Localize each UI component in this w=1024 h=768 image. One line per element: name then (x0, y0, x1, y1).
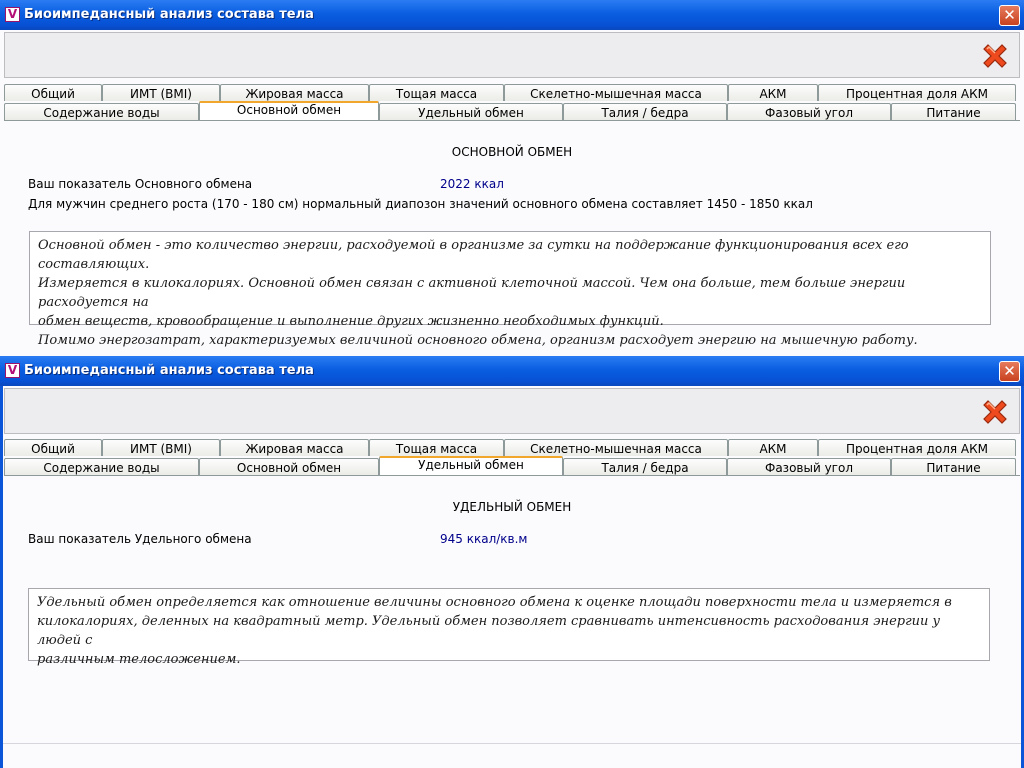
tab-acm[interactable]: АКМ (728, 84, 818, 101)
red-x-exit-icon[interactable] (979, 396, 1011, 428)
toolbar (4, 388, 1020, 434)
tab-specific-metabolism[interactable]: Удельный обмен (379, 456, 563, 476)
tab-general[interactable]: Общий (4, 84, 102, 101)
description-box: Основной обмен - это количество энергии,… (29, 231, 991, 348)
app-logo-icon: V (5, 7, 20, 22)
tab-basal-metabolism[interactable]: Основной обмен (199, 101, 379, 121)
window-basal-metabolism: V Биоимпедансный анализ состава тела ✕ О… (0, 0, 1024, 356)
tab-phase-angle[interactable]: Фазовый угол (727, 103, 891, 120)
toolbar (4, 32, 1020, 78)
description-line: Измеряется в килокалориях. Основной обме… (38, 276, 906, 310)
tab-waist-hip[interactable]: Талия / бедра (563, 103, 727, 120)
description-line: Основной обмен - это количество энергии,… (38, 238, 909, 272)
tab-acm-percent[interactable]: Процентная доля АКМ (818, 439, 1016, 456)
indicator-label: Ваш показатель Удельного обмена (28, 532, 252, 546)
window-title: Биоимпедансный анализ состава тела (24, 7, 314, 22)
description-line: различным телосложением. (37, 652, 241, 667)
description-line: обмен веществ, кровообращение и выполнен… (38, 314, 664, 329)
section-heading: ОСНОВНОЙ ОБМЕН (451, 145, 573, 159)
tab-water-content[interactable]: Содержание воды (4, 103, 199, 120)
indicator-label: Ваш показатель Основного обмена (28, 177, 253, 191)
norm-text: Для мужчин среднего роста (170 - 180 см)… (28, 197, 813, 211)
title-bar[interactable]: V Биоимпедансный анализ состава тела ✕ (0, 356, 1024, 386)
section-heading: УДЕЛЬНЫЙ ОБМЕН (452, 500, 572, 514)
indicator-value: 945 ккал/кв.м (440, 532, 528, 546)
tab-nutrition[interactable]: Питание (891, 458, 1016, 475)
tab-bmi[interactable]: ИМТ (BMI) (102, 439, 220, 456)
tab-lean-mass[interactable]: Тощая масса (369, 439, 504, 456)
tab-bmi[interactable]: ИМТ (BMI) (102, 84, 220, 101)
description-box: Удельный обмен определяется как отношени… (28, 588, 990, 667)
tab-skeletal-muscle-mass[interactable]: Скелетно-мышечная масса (504, 84, 728, 101)
tab-fat-mass[interactable]: Жировая масса (220, 439, 369, 456)
tab-lean-mass[interactable]: Тощая масса (369, 84, 504, 101)
window-specific-metabolism: V Биоимпедансный анализ состава тела ✕ О… (0, 356, 1024, 768)
tab-fat-mass[interactable]: Жировая масса (220, 84, 369, 101)
red-x-exit-icon[interactable] (979, 40, 1011, 72)
tab-skeletal-muscle-mass[interactable]: Скелетно-мышечная масса (504, 439, 728, 456)
tab-water-content[interactable]: Содержание воды (4, 458, 199, 475)
tab-phase-angle[interactable]: Фазовый угол (727, 458, 891, 475)
description-line: Помимо энергозатрат, характеризуемых вел… (38, 333, 918, 348)
tab-acm-percent[interactable]: Процентная доля АКМ (818, 84, 1016, 101)
window-title: Биоимпедансный анализ состава тела (24, 363, 314, 378)
close-icon[interactable]: ✕ (999, 5, 1020, 26)
close-icon[interactable]: ✕ (999, 361, 1020, 382)
content-panel: УДЕЛЬНЫЙ ОБМЕН Ваш показатель Удельного … (4, 476, 1020, 762)
title-bar[interactable]: V Биоимпедансный анализ состава тела ✕ (0, 0, 1024, 30)
status-bar (3, 743, 1021, 768)
app-logo-icon: V (5, 363, 20, 378)
tab-basal-metabolism[interactable]: Основной обмен (199, 458, 379, 475)
content-panel: ОСНОВНОЙ ОБМЕН Ваш показатель Основного … (4, 121, 1020, 355)
tab-acm[interactable]: АКМ (728, 439, 818, 456)
description-line: Удельный обмен определяется как отношени… (37, 595, 952, 610)
tab-specific-metabolism[interactable]: Удельный обмен (379, 103, 563, 120)
tab-waist-hip[interactable]: Талия / бедра (563, 458, 727, 475)
tab-nutrition[interactable]: Питание (891, 103, 1016, 120)
description-line: килокалориях, деленных на квадратный мет… (37, 614, 941, 648)
indicator-value: 2022 ккал (440, 177, 504, 191)
tab-general[interactable]: Общий (4, 439, 102, 456)
